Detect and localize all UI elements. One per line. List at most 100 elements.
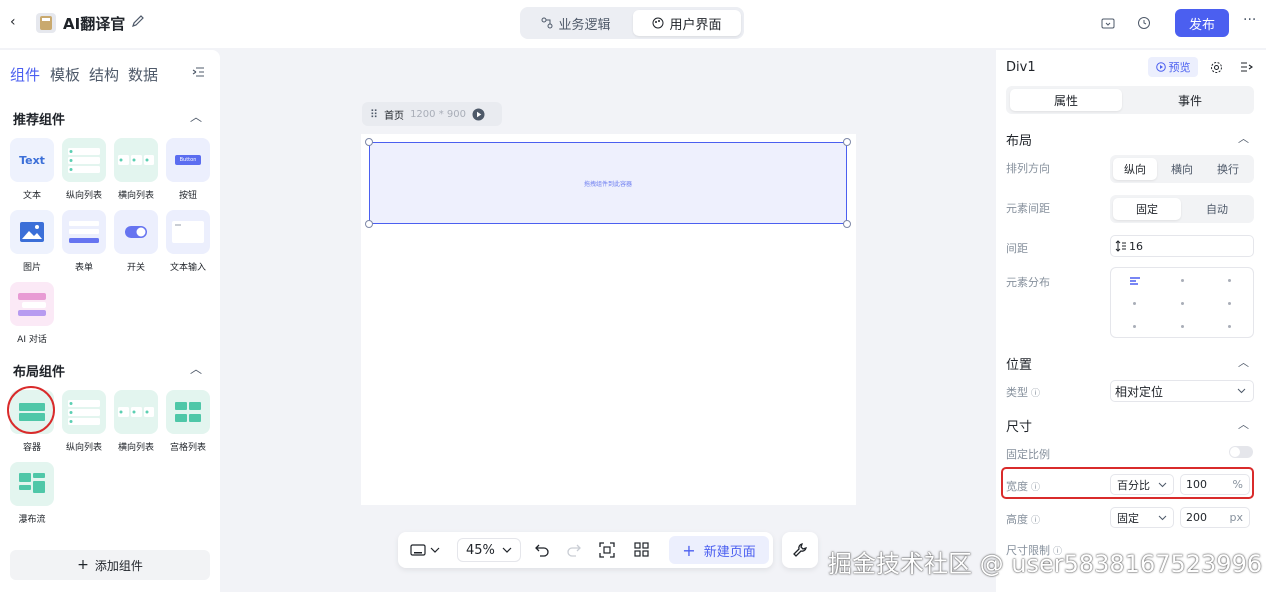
ai-chat-icon [18, 293, 46, 316]
settings-icon[interactable] [1210, 61, 1223, 77]
distribution-dot[interactable] [1228, 325, 1231, 328]
history-icon[interactable] [1137, 16, 1151, 33]
component-grid-list[interactable] [166, 390, 210, 434]
type-label-row: 类型 ⓘ [1006, 384, 1040, 400]
component-text-input[interactable] [166, 210, 210, 254]
fit-screen-icon[interactable] [599, 542, 615, 561]
back-chevron-icon[interactable]: ‹ [10, 14, 16, 30]
save-icon[interactable] [1101, 16, 1115, 33]
distribution-dot[interactable] [1181, 302, 1184, 305]
distribution-grid[interactable] [1110, 267, 1254, 338]
position-type-select[interactable]: 相对定位 [1110, 380, 1254, 402]
device-icon[interactable] [410, 543, 440, 560]
play-circle-icon [1155, 62, 1166, 72]
distribution-dot[interactable] [1228, 302, 1231, 305]
chevron-up-icon[interactable]: ︿ [190, 360, 202, 377]
tab-properties[interactable]: 属性 [1010, 89, 1122, 111]
add-component-label: 添加组件 [94, 558, 143, 573]
wrench-icon [793, 543, 807, 557]
tab-templates[interactable]: 模板 [50, 64, 80, 85]
distribution-dot[interactable] [1133, 325, 1136, 328]
publish-button[interactable]: 发布 [1175, 9, 1229, 37]
component-label: 纵向列表 [65, 443, 102, 453]
plus-icon: + [682, 540, 696, 560]
plus-icon: + [77, 557, 89, 573]
tab-label: 业务逻辑 [558, 17, 611, 33]
component-vertical-list[interactable] [62, 138, 106, 182]
component-layout-vertical-list[interactable] [62, 390, 106, 434]
section-size: 尺寸 [1006, 420, 1033, 435]
component-layout-horizontal-list[interactable] [114, 390, 158, 434]
tab-events[interactable]: 事件 [1134, 89, 1246, 111]
distribution-dot[interactable] [1181, 325, 1184, 328]
height-mode: 固定 [1117, 511, 1139, 525]
page-label[interactable]: ⠿ 首页 1200 * 900 [362, 102, 502, 126]
play-icon[interactable] [472, 108, 485, 121]
chevron-up-icon[interactable]: ︿ [1238, 354, 1249, 370]
gap-auto[interactable]: 自动 [1183, 198, 1251, 220]
tools-button[interactable] [782, 532, 818, 568]
redo-icon[interactable] [566, 543, 582, 560]
ratio-toggle[interactable] [1229, 446, 1253, 458]
distribution-dot[interactable] [1133, 302, 1136, 305]
component-switch[interactable] [114, 210, 158, 254]
component-label: 文本 [22, 191, 41, 201]
collapse-right-icon[interactable] [1240, 62, 1253, 76]
pencil-icon[interactable] [131, 14, 145, 31]
info-icon[interactable]: ⓘ [1031, 386, 1040, 399]
resize-handle[interactable] [365, 138, 373, 146]
add-component-button[interactable]: + 添加组件 [10, 550, 210, 580]
resize-handle[interactable] [843, 220, 851, 228]
chevron-up-icon[interactable]: ︿ [190, 108, 202, 125]
resize-handle[interactable] [843, 138, 851, 146]
zoom-select[interactable]: 45% [457, 538, 521, 562]
tab-user-interface[interactable]: 用户界面 [633, 10, 741, 36]
position-type-value: 相对定位 [1115, 384, 1164, 399]
drag-handle-icon[interactable]: ⠿ [370, 108, 378, 121]
distribution-dot[interactable] [1228, 279, 1231, 282]
component-label: 容器 [22, 443, 41, 453]
more-icon[interactable]: ··· [1243, 12, 1256, 28]
collapse-panel-icon[interactable] [192, 66, 206, 81]
direction-wrap[interactable]: 换行 [1206, 158, 1250, 180]
spacing-icon [1115, 240, 1126, 252]
ratio-label: 固定比例 [1006, 448, 1050, 461]
preview-button[interactable]: 预览 [1148, 57, 1198, 77]
gap-fixed[interactable]: 固定 [1113, 198, 1181, 220]
chevron-up-icon[interactable]: ︿ [1238, 130, 1249, 146]
text-icon: Text [19, 153, 45, 167]
grid-list-icon [175, 402, 201, 422]
new-page-button[interactable]: + 新建页面 [669, 536, 769, 564]
watermark: 掘金技术社区 @ user5838167523996 [828, 550, 1263, 578]
component-form[interactable] [62, 210, 106, 254]
height-mode-select[interactable]: 固定 [1110, 507, 1174, 528]
direction-horizontal[interactable]: 横向 [1160, 158, 1204, 180]
info-icon[interactable]: ⓘ [1031, 513, 1040, 526]
grid-icon[interactable] [634, 542, 650, 561]
vertical-list-icon [68, 148, 100, 173]
resize-handle[interactable] [365, 220, 373, 228]
element-name: Div1 [1006, 60, 1036, 75]
distribution-dot[interactable] [1181, 279, 1184, 282]
component-button[interactable]: Button [166, 138, 210, 182]
gap-input[interactable]: 16 [1110, 235, 1254, 257]
container-placeholder: 拖拽组件到此容器 [583, 180, 632, 188]
undo-icon[interactable] [534, 543, 550, 560]
tab-data[interactable]: 数据 [128, 64, 158, 85]
component-waterfall[interactable] [10, 462, 54, 506]
tab-components[interactable]: 组件 [10, 64, 40, 85]
selected-container[interactable]: 拖拽组件到此容器 [369, 142, 847, 224]
tab-business-logic[interactable]: 业务逻辑 [524, 10, 628, 36]
component-horizontal-list[interactable] [114, 138, 158, 182]
direction-vertical[interactable]: 纵向 [1113, 158, 1157, 180]
chevron-up-icon[interactable]: ︿ [1238, 416, 1249, 432]
tab-structure[interactable]: 结构 [89, 64, 119, 85]
distribution-label: 元素分布 [1006, 276, 1050, 289]
component-ai-chat[interactable] [10, 282, 54, 326]
height-input[interactable]: 200 px [1180, 507, 1250, 528]
component-image[interactable] [10, 210, 54, 254]
section-position: 位置 [1006, 358, 1033, 373]
component-text[interactable]: Text [10, 138, 54, 182]
section-recommended-title: 推荐组件 [13, 113, 66, 128]
component-label: 开关 [126, 263, 145, 273]
